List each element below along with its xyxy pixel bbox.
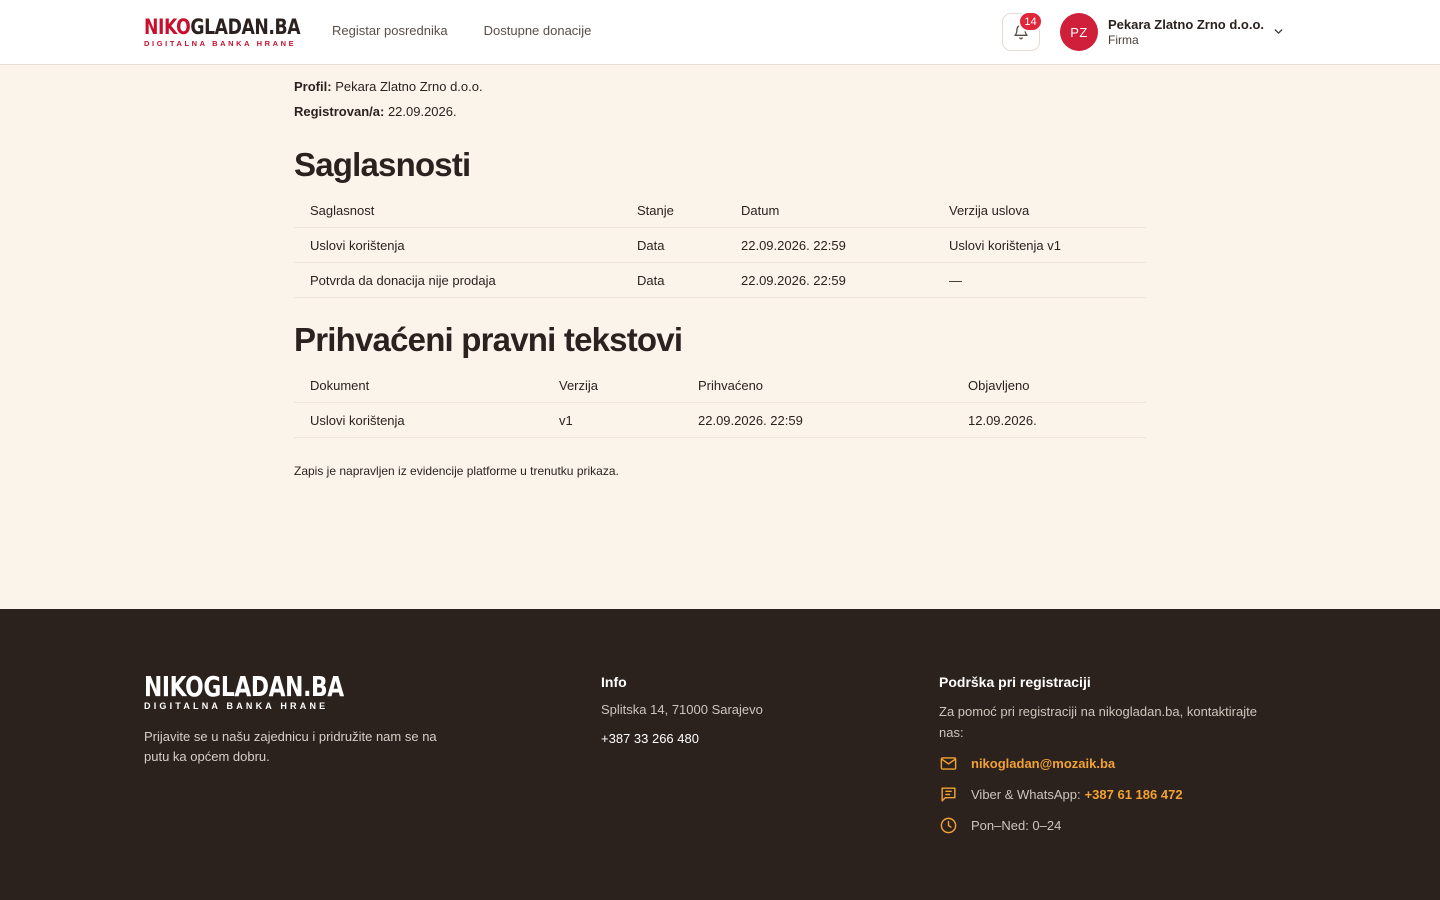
notification-count-badge: 14 [1018, 11, 1043, 32]
consents-table: Saglasnost Stanje Datum Verzija uslova U… [294, 193, 1146, 298]
column-header: Objavljeno [968, 377, 1030, 393]
clock-icon [939, 816, 958, 835]
nav-dostupne-donacije[interactable]: Dostupne donacije [484, 23, 592, 38]
footer-support-title: Podrška pri registraciji [939, 674, 1091, 690]
avatar[interactable]: PZ [1060, 13, 1098, 51]
table-cell: 12.09.2026. [952, 402, 1146, 438]
table-row: Uslovi korištenja Data 22.09.2026. 22:59… [294, 227, 1146, 263]
footer-logo[interactable]: NIKOGLADAN.BA DIGITALNA BANKA HRANE [144, 673, 400, 711]
legal-texts-table: Dokument Verzija Prihvaćeno Objavljeno U… [294, 368, 1146, 438]
table-cell: Data [621, 227, 725, 263]
footer-viber-number[interactable]: +387 61 186 472 [1085, 787, 1183, 802]
table-cell: 22.09.2026. 22:59 [725, 227, 933, 263]
table-row: Uslovi korištenja v1 22.09.2026. 22:59 1… [294, 402, 1146, 438]
user-role: Firma [1108, 33, 1139, 47]
site-logo[interactable]: NIKOGLADAN.BA DIGITALNA BANKA HRANE [144, 17, 334, 48]
user-name[interactable]: Pekara Zlatno Zrno d.o.o. [1108, 17, 1264, 32]
footer-logo-subtitle: DIGITALNA BANKA HRANE [144, 701, 329, 711]
footer-hours-row: Pon–Ned: 0–24 [939, 816, 1061, 835]
chat-icon [939, 785, 958, 804]
footer-address: Splitska 14, 71000 Sarajevo [601, 702, 763, 717]
table-cell: Data [621, 262, 725, 298]
legal-texts-heading: Prihvaćeni pravni tekstovi [294, 321, 683, 358]
mail-icon [939, 754, 958, 773]
column-header: Verzija uslova [949, 202, 1030, 218]
table-cell: 22.09.2026. 22:59 [725, 262, 933, 298]
table-header-row: Saglasnost Stanje Datum Verzija uslova [294, 193, 1146, 228]
table-cell: Uslovi korištenja [294, 402, 543, 438]
table-cell: v1 [543, 402, 682, 438]
footer-viber-row: Viber & WhatsApp: +387 61 186 472 [939, 785, 1183, 804]
column-header: Stanje [637, 202, 674, 218]
registered-date-line: Registrovan/a: 22.09.2026. [294, 104, 457, 119]
chevron-down-icon[interactable] [1272, 25, 1285, 38]
column-header: Verzija [559, 377, 599, 393]
nav-registar-posrednika[interactable]: Registar posrednika [332, 23, 448, 38]
table-cell: 22.09.2026. 22:59 [682, 402, 952, 438]
logo-wordmark: NIKOGLADAN.BA [144, 15, 301, 39]
footer-hours: Pon–Ned: 0–24 [971, 818, 1062, 833]
profile-name-line: Profil: Pekara Zlatno Zrno d.o.o. [294, 79, 483, 94]
column-header: Dokument [310, 377, 370, 393]
footer-phone[interactable]: +387 33 266 480 [601, 731, 699, 746]
table-cell: Uslovi korištenja [294, 227, 621, 263]
site-footer: NIKOGLADAN.BA DIGITALNA BANKA HRANE Prij… [0, 609, 1440, 900]
table-cell: Uslovi korištenja v1 [933, 227, 1146, 263]
logo-subtitle: DIGITALNA BANKA HRANE [144, 39, 297, 48]
table-cell: — [933, 262, 1146, 298]
footer-email-link[interactable]: nikogladan@mozaik.ba [971, 756, 1115, 771]
column-header: Saglasnost [310, 202, 375, 218]
footer-viber-label: Viber & WhatsApp: [971, 787, 1081, 802]
table-header-row: Dokument Verzija Prihvaćeno Objavljeno [294, 368, 1146, 403]
record-note: Zapis je napravljen iz evidencije platfo… [294, 464, 619, 478]
main-nav: Registar posrednika Dostupne donacije [332, 23, 591, 38]
table-row: Potvrda da donacija nije prodaja Data 22… [294, 262, 1146, 298]
consents-heading: Saglasnosti [294, 146, 471, 183]
top-header: NIKOGLADAN.BA DIGITALNA BANKA HRANE Regi… [0, 0, 1440, 65]
column-header: Prihvaćeno [698, 377, 764, 393]
footer-logo-wordmark: NIKOGLADAN.BA [144, 670, 344, 703]
footer-tagline: Prijavite se u našu zajednicu i pridruži… [144, 729, 437, 764]
column-header: Datum [741, 202, 780, 218]
table-cell: Potvrda da donacija nije prodaja [294, 262, 621, 298]
footer-support-text: Za pomoć pri registraciji na nikogladan.… [939, 704, 1257, 740]
footer-info-title: Info [601, 674, 627, 690]
footer-email-row: nikogladan@mozaik.ba [939, 754, 1115, 773]
